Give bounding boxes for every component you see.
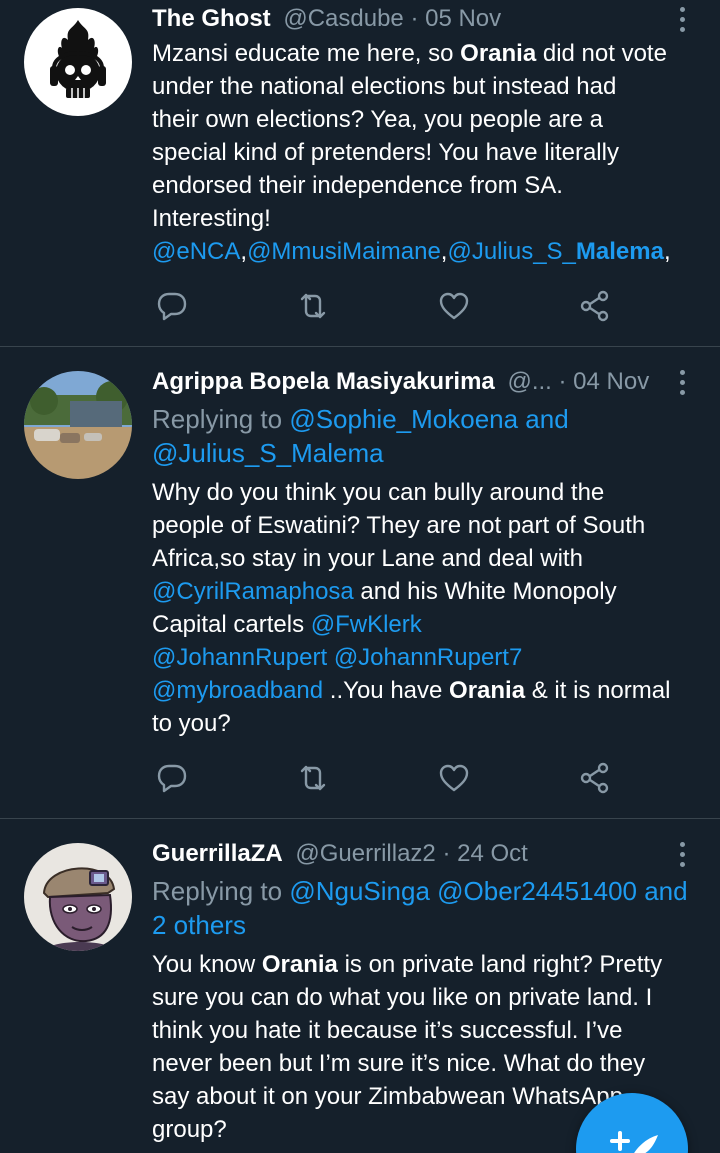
more-options-icon[interactable] — [672, 837, 692, 871]
reply-icon — [157, 764, 187, 793]
mention-link[interactable]: @NguSinga @Ober24451400 and — [289, 876, 687, 906]
share-icon — [580, 762, 609, 794]
compose-tweet-icon — [610, 1131, 658, 1153]
retweet-button[interactable] — [293, 758, 333, 798]
retweet-icon — [300, 765, 326, 791]
avatar[interactable] — [24, 371, 132, 479]
highlighted-term: Orania — [449, 677, 526, 704]
mention-link[interactable]: @JohannRupert — [152, 644, 327, 671]
cartoon-character-avatar-image — [42, 867, 116, 951]
retweet-icon — [300, 293, 326, 319]
like-button[interactable] — [434, 286, 474, 326]
tweet-header: The Ghost @Casdube · 05 Nov — [152, 2, 658, 36]
yard-photo-avatar-image — [24, 371, 132, 479]
handle-and-date: @Casdube · 05 Nov — [283, 5, 502, 32]
share-button[interactable] — [575, 286, 615, 326]
like-button[interactable] — [434, 758, 474, 798]
mention-link[interactable]: @eNCA — [152, 238, 240, 265]
tweet[interactable]: The Ghost @Casdube · 05 Nov Mzansi educa… — [0, 0, 720, 346]
like-icon — [439, 764, 469, 792]
avatar[interactable] — [24, 8, 132, 116]
mention-link[interactable]: @FwKlerk — [311, 611, 422, 638]
mention-link[interactable]: @Sophie_Mokoena and — [289, 404, 568, 434]
avatar[interactable] — [24, 843, 132, 951]
handle-and-date: @... · 04 Nov — [507, 368, 650, 395]
tweet-header: GuerrillaZA @Guerrillaz2 · 24 Oct — [152, 837, 658, 871]
reply-button[interactable] — [152, 286, 192, 326]
tweet-actions — [152, 286, 622, 326]
tweet-header: Agrippa Bopela Masiyakurima @... · 04 No… — [152, 365, 658, 399]
retweet-button[interactable] — [293, 286, 333, 326]
reply-button[interactable] — [152, 758, 192, 798]
tweet[interactable]: Agrippa Bopela Masiyakurima @... · 04 No… — [0, 347, 720, 817]
mention-link[interactable]: @JohannRupert7 — [334, 644, 522, 671]
highlighted-term: Orania — [460, 40, 537, 67]
author-name[interactable]: GuerrillaZA — [152, 840, 283, 867]
replying-to: Replying to @Sophie_Mokoena and @Julius_… — [152, 404, 569, 468]
handle-and-date: @Guerrillaz2 · 24 Oct — [295, 840, 528, 867]
reply-icon — [157, 292, 187, 321]
mention-link[interactable]: @Julius_S_Malema — [447, 238, 663, 265]
mention-link[interactable]: @CyrilRamaphosa — [152, 578, 354, 605]
author-name[interactable]: The Ghost — [152, 5, 271, 32]
tweet-text: Why do you think you can bully around th… — [152, 479, 671, 737]
share-button[interactable] — [575, 758, 615, 798]
tweet-actions — [152, 758, 622, 798]
more-options-icon[interactable] — [672, 365, 692, 399]
mention-link[interactable]: @Julius_S_Malema — [152, 438, 384, 468]
like-icon — [439, 292, 469, 320]
tweet-text: Mzansi educate me here, so Orania did no… — [152, 40, 671, 265]
more-options-icon[interactable] — [672, 2, 692, 36]
author-name[interactable]: Agrippa Bopela Masiyakurima — [152, 368, 495, 395]
mention-link[interactable]: @MmusiMaimane — [247, 238, 441, 265]
share-icon — [580, 290, 609, 322]
tweet-feed: The Ghost @Casdube · 05 Nov Mzansi educa… — [0, 0, 720, 1153]
mention-link[interactable]: 2 others — [152, 910, 246, 940]
mention-link[interactable]: @mybroadband — [152, 677, 323, 704]
highlighted-term: Orania — [261, 951, 338, 978]
replying-to: Replying to @NguSinga @Ober24451400 and … — [152, 876, 688, 940]
skull-headphones-avatar-image — [50, 20, 106, 98]
